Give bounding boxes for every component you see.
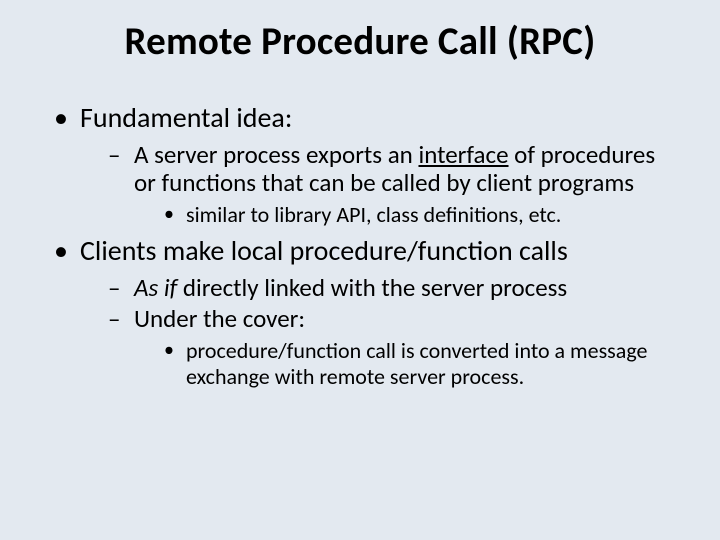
- bullet-text: Under the cover:: [134, 303, 305, 334]
- bullet-text: Fundamental idea:: [80, 100, 292, 135]
- bullet-level2: As if directly linked with the server pr…: [108, 274, 680, 303]
- slide-title: Remote Procedure Call (RPC): [40, 18, 680, 65]
- bullet-text-underline: interface: [418, 139, 508, 170]
- bullet-subsublist: procedure/function call is converted int…: [164, 338, 680, 391]
- bullet-text: Clients make local procedure/function ca…: [80, 233, 568, 268]
- bullet-level1: Fundamental idea: A server process expor…: [50, 101, 680, 228]
- bullet-list: Fundamental idea: A server process expor…: [50, 101, 680, 390]
- bullet-level3: similar to library API, class definition…: [164, 202, 680, 228]
- bullet-text: A server process exports an: [134, 139, 418, 170]
- bullet-level1: Clients make local procedure/function ca…: [50, 234, 680, 390]
- bullet-text: similar to library API, class definition…: [186, 201, 561, 228]
- bullet-text-italic: As if: [134, 272, 177, 303]
- slide: Remote Procedure Call (RPC) Fundamental …: [0, 0, 720, 540]
- bullet-sublist: A server process exports an interface of…: [108, 141, 680, 229]
- bullet-sublist: As if directly linked with the server pr…: [108, 274, 680, 390]
- bullet-level2: Under the cover: procedure/function call…: [108, 305, 680, 391]
- bullet-level3: procedure/function call is converted int…: [164, 338, 680, 391]
- bullet-level2: A server process exports an interface of…: [108, 141, 680, 229]
- bullet-text: directly linked with the server process: [177, 272, 567, 303]
- bullet-subsublist: similar to library API, class definition…: [164, 202, 680, 228]
- bullet-text: procedure/function call is converted int…: [186, 337, 647, 390]
